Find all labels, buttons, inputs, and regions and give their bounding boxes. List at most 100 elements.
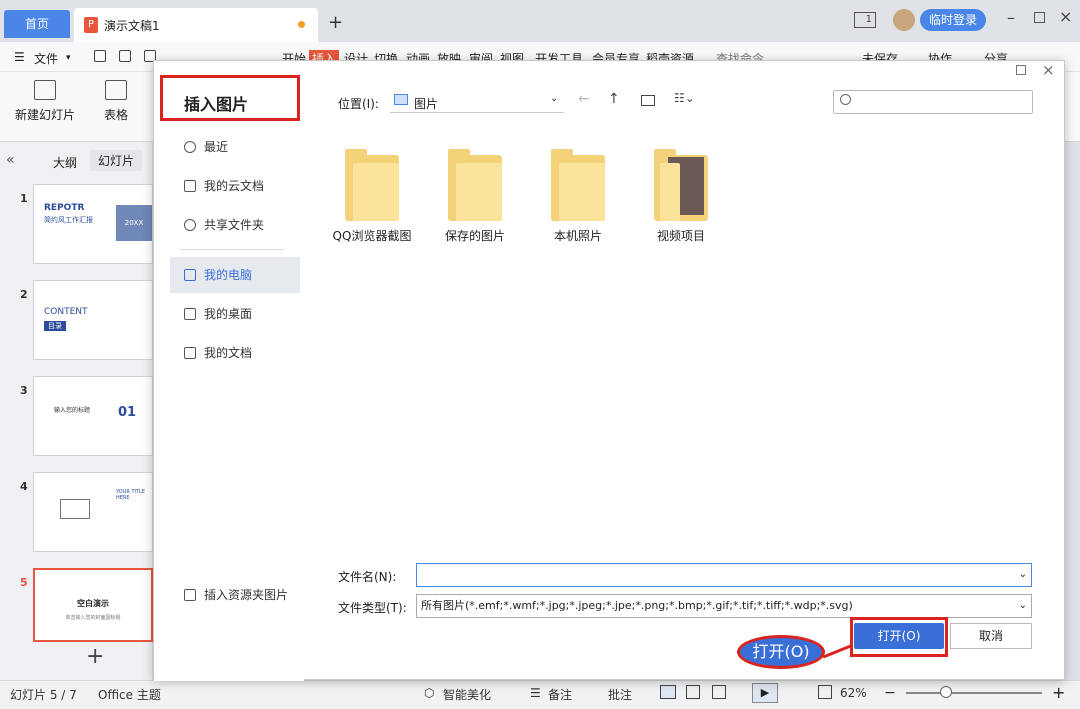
- table-button[interactable]: 表格: [98, 80, 134, 123]
- maximize-dialog-icon[interactable]: [1016, 65, 1026, 75]
- dialog-title: 插入图片: [184, 95, 249, 114]
- folder-qq-screenshots[interactable]: QQ浏览器截图: [327, 149, 417, 244]
- location-combo[interactable]: 图片 ⌄: [390, 91, 564, 113]
- slide-title: 空白演示: [77, 599, 109, 608]
- nav-label: 我的桌面: [204, 307, 253, 321]
- nav-my-desktop[interactable]: 我的桌面: [184, 296, 252, 332]
- export-icon[interactable]: [119, 50, 131, 62]
- nav-shared-folder[interactable]: 共享文件夹: [184, 207, 264, 243]
- notes-button[interactable]: 备注: [548, 686, 572, 703]
- slide-number: 3: [20, 384, 28, 397]
- filetype-select[interactable]: 所有图片(*.emf;*.wmf;*.jpg;*.jpeg;*.jpe;*.pn…: [416, 594, 1032, 618]
- theme-name[interactable]: Office 主题: [98, 686, 161, 703]
- document-tab-label: 演示文稿1: [104, 19, 160, 33]
- chevron-down-icon: ⌄: [550, 93, 559, 104]
- hamburger-icon[interactable]: ☰: [14, 50, 25, 64]
- nav-my-computer[interactable]: 我的电脑: [170, 257, 300, 293]
- chevron-down-icon[interactable]: ▾: [66, 53, 71, 63]
- image-folder-icon: [184, 589, 196, 601]
- folder-icon: [448, 149, 502, 221]
- search-input[interactable]: [833, 90, 1033, 114]
- avatar[interactable]: [893, 9, 915, 31]
- desktop-icon: [184, 308, 196, 320]
- beautify-button[interactable]: 智能美化: [443, 686, 491, 703]
- zoom-out-icon[interactable]: −: [884, 685, 896, 701]
- minimize-icon[interactable]: –: [1007, 8, 1015, 27]
- slide-subtitle: 简约风工作汇报: [44, 216, 93, 224]
- slide-thumbnail-2[interactable]: CONTENT 目录: [33, 280, 153, 360]
- nav-label: 最近: [204, 140, 229, 154]
- slide-year: 20XX: [116, 205, 152, 241]
- nav-label: 共享文件夹: [204, 218, 265, 232]
- slide-thumbnail-4[interactable]: YOUR TITLE HERE: [33, 472, 153, 552]
- cancel-button[interactable]: 取消: [950, 623, 1032, 649]
- insert-picture-dialog: 插入图片 × 最近 我的云文档 共享文件夹 我的电脑 我的桌面 我的文档 插入资…: [153, 60, 1065, 681]
- slide-number: 5: [20, 576, 28, 589]
- login-button[interactable]: 临时登录: [920, 9, 986, 31]
- slide-badge: 01: [118, 405, 137, 420]
- normal-view-icon[interactable]: [660, 685, 676, 699]
- chevron-down-icon: ⌄: [1018, 569, 1027, 580]
- nav-recent[interactable]: 最近: [184, 129, 228, 165]
- view-mode-icon[interactable]: ☷⌄: [674, 91, 695, 105]
- comments-button[interactable]: 批注: [608, 686, 632, 703]
- slide-title: YOUR TITLE HERE: [116, 489, 145, 501]
- open-button[interactable]: 打开(O): [854, 623, 944, 649]
- search-icon: [840, 94, 851, 105]
- filename-input[interactable]: ⌄: [416, 563, 1032, 587]
- maximize-icon[interactable]: [1034, 12, 1045, 23]
- folder-label: 本机照片: [553, 229, 602, 243]
- collapse-panel-icon[interactable]: «: [6, 152, 15, 168]
- folder-saved-pictures[interactable]: 保存的图片: [430, 149, 520, 244]
- tab-document[interactable]: P 演示文稿1: [74, 8, 318, 42]
- folder-label: QQ浏览器截图: [332, 229, 412, 243]
- slide-thumbnail-1[interactable]: REPOTR 简约风工作汇报 20XX: [33, 184, 153, 264]
- presentation-icon: P: [84, 17, 98, 33]
- new-folder-icon[interactable]: [641, 95, 655, 106]
- close-window-icon[interactable]: ×: [1059, 7, 1072, 26]
- location-label: 位置(I):: [338, 97, 379, 111]
- slide-thumbnail-5[interactable]: 空白演示 单击输入您的封面副标题: [33, 568, 153, 642]
- slide-number: 4: [20, 480, 28, 493]
- close-dialog-icon[interactable]: ×: [1042, 61, 1055, 79]
- slide-thumbnail-3[interactable]: 输入您的标题 01: [33, 376, 153, 456]
- monitor-icon: [184, 269, 196, 281]
- nav-label: 插入资源夹图片: [204, 588, 289, 602]
- chevron-down-icon: ⌄: [1018, 600, 1027, 611]
- nav-cloud-docs[interactable]: 我的云文档: [184, 168, 264, 204]
- zoom-in-icon[interactable]: +: [1052, 683, 1065, 702]
- save-icon[interactable]: [94, 50, 106, 62]
- fit-window-icon[interactable]: [818, 685, 832, 699]
- filetype-value: 所有图片(*.emf;*.wmf;*.jpg;*.jpeg;*.jpe;*.pn…: [421, 599, 853, 612]
- layout-toggle-button[interactable]: 1: [854, 12, 876, 28]
- sorter-view-icon[interactable]: [686, 685, 700, 699]
- open-callout: 打开(O): [737, 635, 825, 669]
- new-tab-button[interactable]: +: [328, 12, 343, 33]
- slide-subtitle: 单击输入您的封面副标题: [65, 615, 121, 621]
- zoom-level[interactable]: 62%: [840, 686, 867, 700]
- pictures-icon: [394, 94, 408, 105]
- new-slide-button[interactable]: 新建幻灯片: [10, 80, 80, 123]
- slide-title: CONTENT: [44, 307, 88, 317]
- folder-local-photos[interactable]: 本机照片: [533, 149, 623, 244]
- cloud-icon: [184, 180, 196, 192]
- tab-slides[interactable]: 幻灯片: [90, 150, 143, 171]
- back-arrow-icon[interactable]: ←: [578, 91, 590, 107]
- menu-file[interactable]: 文件: [34, 50, 58, 67]
- folder-icon: [654, 149, 708, 221]
- zoom-slider-handle[interactable]: [940, 686, 952, 698]
- tab-outline[interactable]: 大纲: [53, 154, 77, 171]
- nav-label: 我的文档: [204, 346, 253, 360]
- up-arrow-icon[interactable]: ↑: [608, 91, 620, 107]
- clock-icon: [184, 141, 196, 153]
- folder-video-projects[interactable]: 视频项目: [636, 149, 726, 244]
- reading-view-icon[interactable]: [712, 685, 726, 699]
- zoom-slider[interactable]: [906, 692, 1042, 694]
- new-slide-label: 新建幻灯片: [14, 108, 75, 122]
- nav-my-documents[interactable]: 我的文档: [184, 335, 252, 371]
- play-icon[interactable]: ▶: [752, 683, 778, 703]
- tab-home[interactable]: 首页: [4, 10, 70, 38]
- nav-resource-folder[interactable]: 插入资源夹图片: [184, 577, 288, 613]
- callout-pointer: [822, 644, 852, 659]
- add-slide-button[interactable]: +: [86, 644, 104, 669]
